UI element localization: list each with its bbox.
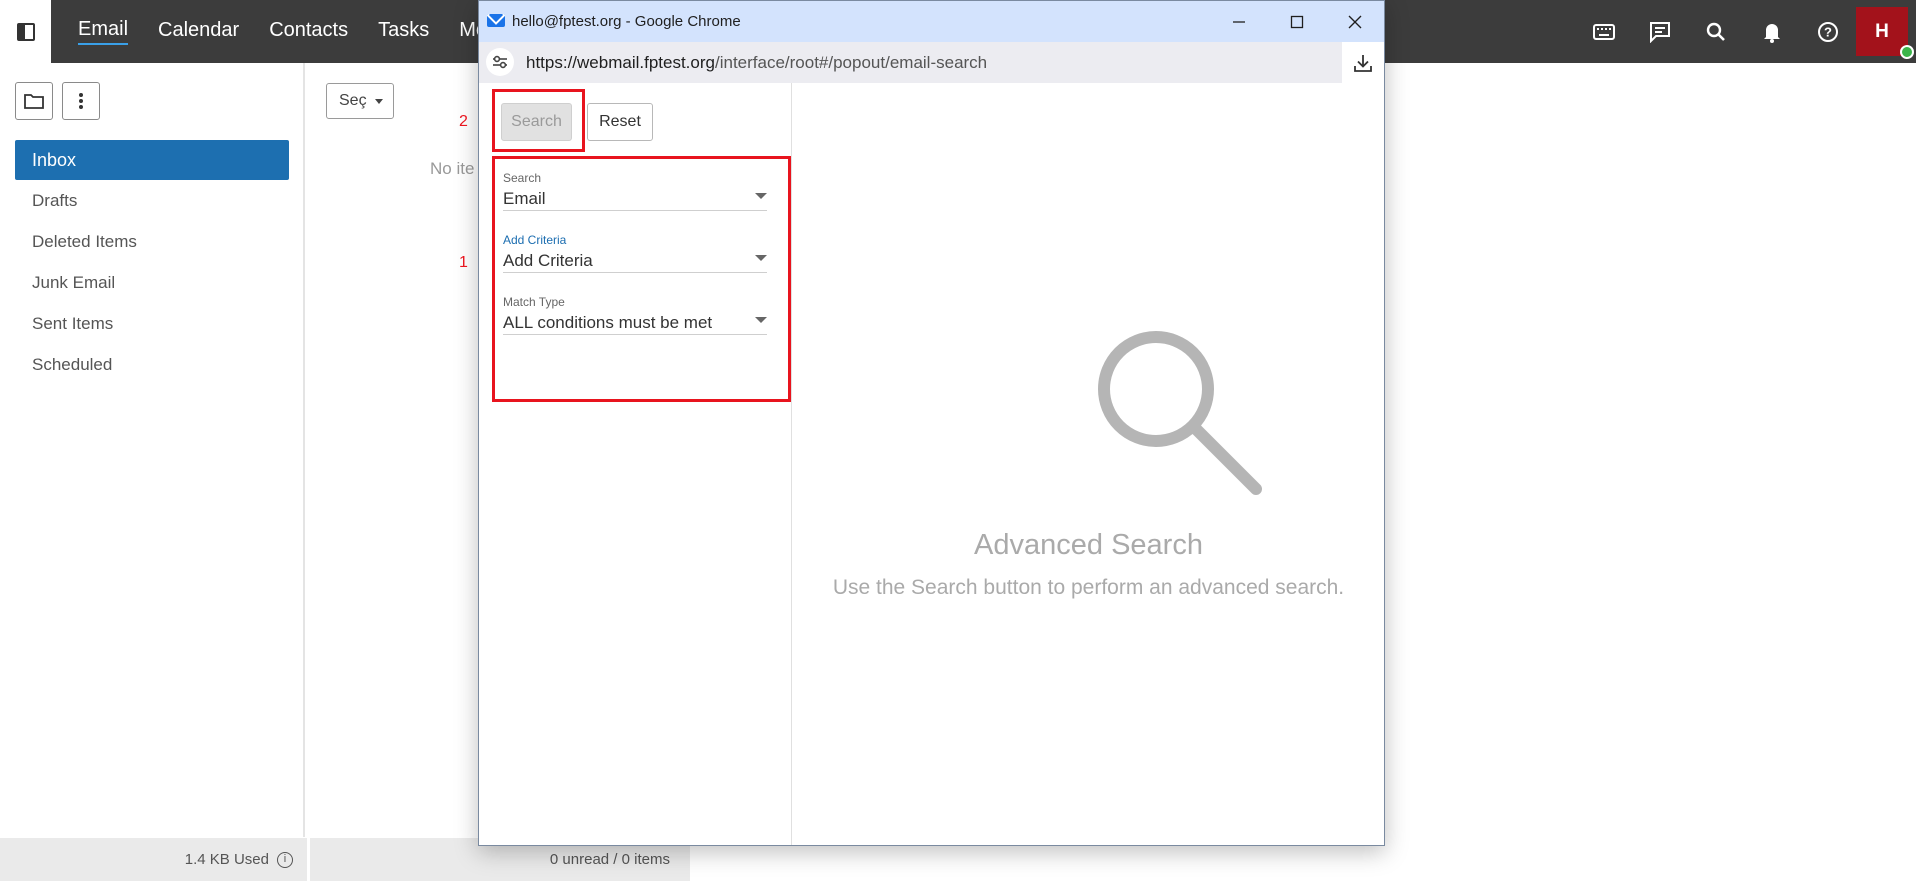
window-titlebar: hello@fptest.org - Google Chrome bbox=[479, 1, 1384, 42]
keyboard-icon[interactable] bbox=[1576, 0, 1632, 63]
more-vertical-icon bbox=[79, 93, 83, 109]
folder-deleted-items[interactable]: Deleted Items bbox=[15, 222, 289, 262]
annotation-marker-1: 1 bbox=[459, 254, 468, 271]
highlight-box-criteria bbox=[492, 156, 791, 402]
download-icon bbox=[1354, 54, 1372, 72]
minimize-button[interactable] bbox=[1210, 1, 1268, 42]
folder-options-button[interactable] bbox=[62, 82, 100, 120]
list-select-dropdown[interactable]: Seç bbox=[326, 83, 394, 119]
bell-icon[interactable] bbox=[1744, 0, 1800, 63]
caret-down-icon bbox=[374, 98, 383, 104]
user-avatar[interactable]: H bbox=[1856, 7, 1914, 59]
advanced-search-title: Advanced Search bbox=[974, 529, 1203, 561]
maximize-button[interactable] bbox=[1268, 1, 1326, 42]
url-path: /interface/root#/popout/email-search bbox=[714, 53, 988, 72]
nav-tasks[interactable]: Tasks bbox=[378, 19, 429, 44]
close-icon bbox=[1348, 15, 1362, 28]
info-icon[interactable]: i bbox=[277, 851, 293, 868]
folder-drafts[interactable]: Drafts bbox=[15, 181, 289, 221]
sidebar-toggle-icon bbox=[16, 22, 35, 41]
folder-sent-items[interactable]: Sent Items bbox=[15, 304, 289, 344]
list-select-label: Seç bbox=[339, 92, 367, 109]
empty-list-text: No ite bbox=[430, 159, 475, 178]
nav-email[interactable]: Email bbox=[78, 18, 129, 45]
site-info-button[interactable] bbox=[486, 48, 514, 76]
tune-icon bbox=[493, 55, 507, 69]
annotation-marker-2: 2 bbox=[459, 113, 468, 130]
folder-junk-email[interactable]: Junk Email bbox=[15, 263, 289, 303]
nav-calendar[interactable]: Calendar bbox=[158, 19, 239, 44]
address-bar: https://webmail.fptest.org/interface/roo… bbox=[479, 42, 1384, 83]
main-nav: Email Calendar Contacts Tasks Mo bbox=[78, 0, 517, 63]
maximize-icon bbox=[1290, 15, 1304, 28]
storage-used-text: 1.4 KB Used bbox=[184, 851, 269, 868]
storage-status: 1.4 KB Used i bbox=[0, 838, 307, 881]
url-text[interactable]: https://webmail.fptest.org/interface/roo… bbox=[526, 53, 987, 73]
chat-icon[interactable] bbox=[1632, 0, 1688, 63]
search-icon[interactable] bbox=[1688, 0, 1744, 63]
folder-scheduled[interactable]: Scheduled bbox=[15, 345, 289, 385]
search-popup-window: hello@fptest.org - Google Chrome https:/… bbox=[478, 0, 1385, 846]
folder-list: Inbox Drafts Deleted Items Junk Email Se… bbox=[15, 140, 289, 386]
mail-icon bbox=[487, 14, 505, 27]
message-count-text: 0 unread / 0 items bbox=[549, 851, 670, 868]
help-icon[interactable]: ? bbox=[1800, 0, 1856, 63]
window-title: hello@fptest.org - Google Chrome bbox=[512, 13, 741, 30]
search-results-pane: Advanced Search Use the Search button to… bbox=[793, 83, 1384, 845]
download-button[interactable] bbox=[1342, 42, 1384, 83]
new-folder-button[interactable] bbox=[15, 82, 53, 120]
advanced-search-subtitle: Use the Search button to perform an adva… bbox=[832, 576, 1345, 599]
minimize-icon bbox=[1233, 20, 1245, 23]
folder-pane: Inbox Drafts Deleted Items Junk Email Se… bbox=[0, 63, 305, 837]
top-icon-group: ? H bbox=[1576, 0, 1916, 63]
highlight-box-search-button bbox=[492, 89, 585, 152]
folder-inbox[interactable]: Inbox bbox=[15, 140, 289, 180]
advanced-search-icon bbox=[1098, 331, 1262, 495]
url-host: https://webmail.fptest.org bbox=[526, 53, 715, 72]
presence-indicator bbox=[1900, 45, 1914, 59]
sidebar-toggle-button[interactable] bbox=[0, 0, 51, 63]
reset-button[interactable]: Reset bbox=[587, 103, 653, 141]
folder-icon bbox=[24, 94, 44, 109]
nav-contacts[interactable]: Contacts bbox=[269, 19, 348, 44]
avatar-initial: H bbox=[1875, 20, 1889, 42]
window-controls bbox=[1210, 1, 1384, 42]
svg-text:?: ? bbox=[1824, 24, 1832, 39]
close-window-button[interactable] bbox=[1326, 1, 1384, 42]
